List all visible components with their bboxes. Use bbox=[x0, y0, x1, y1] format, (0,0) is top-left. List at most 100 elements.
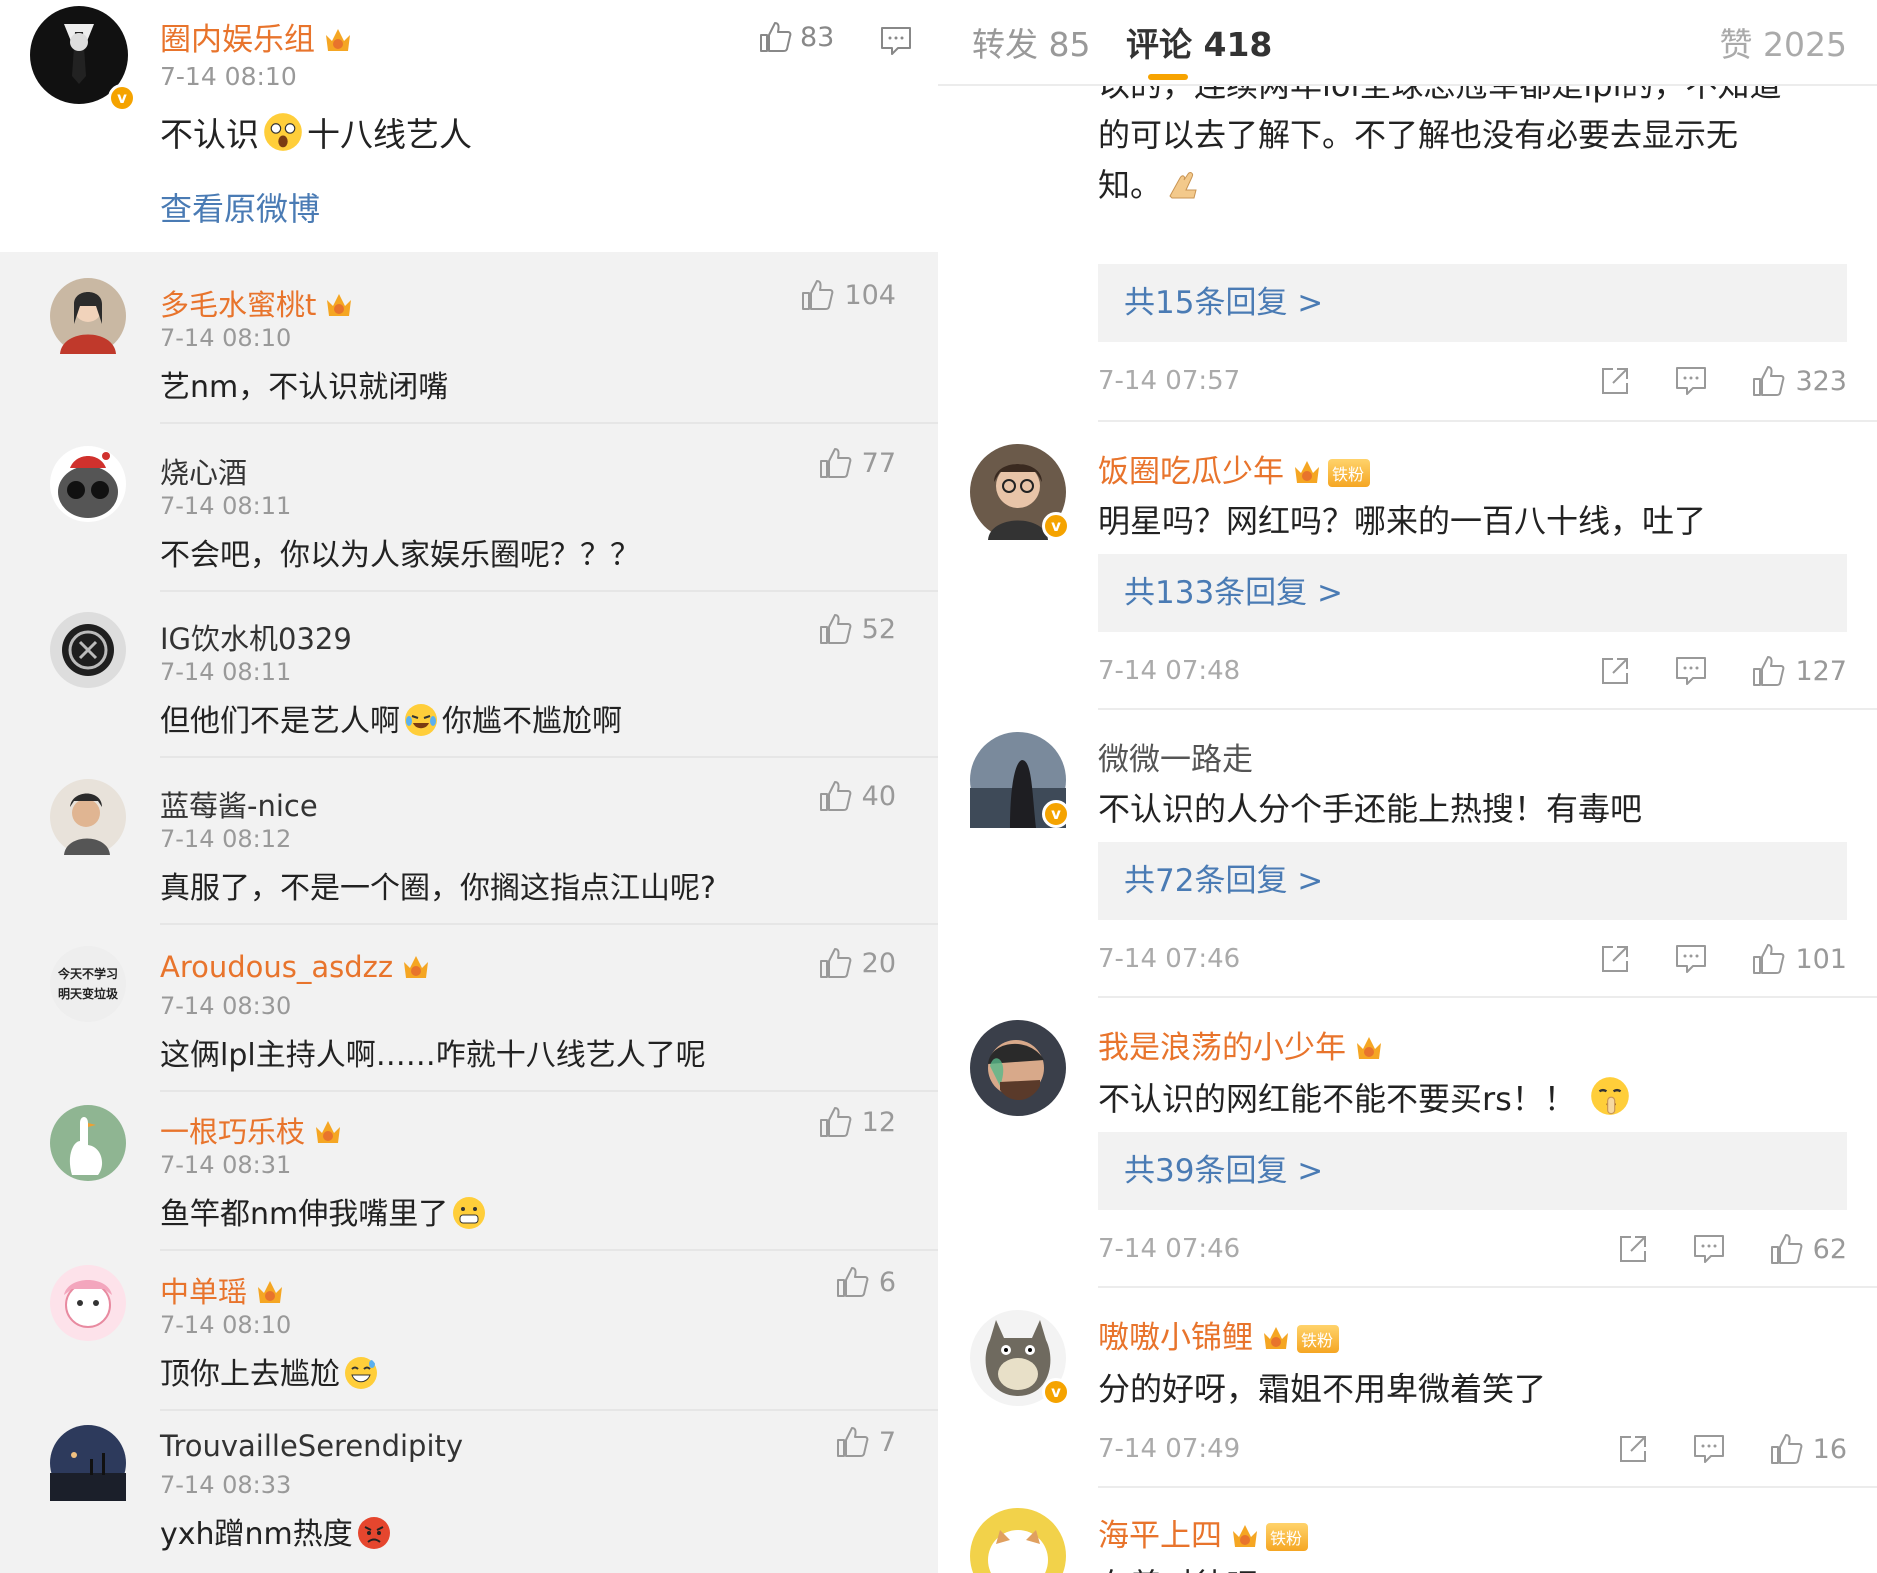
view-replies-button[interactable]: 共39条回复 > bbox=[1098, 1132, 1847, 1210]
avatar[interactable]: 今天不学习 明天变垃圾 bbox=[50, 946, 126, 1022]
thumbs-up-icon bbox=[1770, 1434, 1803, 1464]
username[interactable]: 海平上四 铁粉 bbox=[1098, 1510, 1309, 1555]
like-count: 7 bbox=[878, 1426, 896, 1458]
view-replies-button[interactable]: 共133条回复 > bbox=[1098, 554, 1847, 632]
tab-praise[interactable]: 赞 2025 bbox=[1720, 18, 1847, 66]
comment-text: 艺nm，不认识就闭嘴 bbox=[160, 370, 449, 405]
share-icon[interactable] bbox=[1599, 365, 1631, 397]
comment-time: 7-14 08:11 bbox=[160, 492, 292, 520]
comment-meta: 7-14 07:46 101 bbox=[1098, 942, 1847, 976]
thumbs-up-icon bbox=[760, 22, 792, 52]
divider bbox=[160, 923, 938, 925]
username[interactable]: 多毛水蜜桃t bbox=[160, 282, 354, 324]
like-button[interactable]: 20 bbox=[818, 946, 896, 980]
crown-badge-icon bbox=[327, 294, 352, 316]
comment-icon[interactable] bbox=[1675, 366, 1707, 396]
like-count: 12 bbox=[861, 1106, 896, 1138]
comment-text: 鱼竿都nm伸我嘴里了 bbox=[160, 1189, 490, 1233]
like-button[interactable]: 52 bbox=[818, 612, 896, 646]
like-button[interactable]: 12 bbox=[818, 1105, 896, 1139]
share-icon[interactable] bbox=[1617, 1233, 1649, 1265]
view-replies-button[interactable]: 共72条回复 > bbox=[1098, 842, 1847, 920]
thumbs-up-icon bbox=[819, 781, 852, 811]
list-item: 蓝莓酱-nice 7-14 08:12 真服了，不是一个圈，你搁这指点江山呢? … bbox=[0, 759, 938, 925]
share-icon[interactable] bbox=[1599, 655, 1631, 687]
comment-time: 7-14 07:46 bbox=[1098, 1234, 1241, 1264]
tab-comments[interactable]: 评论 418 bbox=[1126, 18, 1272, 66]
like-button[interactable]: 7 bbox=[835, 1425, 896, 1459]
avatar[interactable] bbox=[50, 1105, 126, 1181]
verified-badge-icon: v bbox=[1042, 1378, 1070, 1406]
username[interactable]: TrouvailleSerendipity bbox=[160, 1429, 463, 1463]
like-button[interactable]: 127 bbox=[1751, 654, 1847, 688]
like-count: 127 bbox=[1795, 655, 1847, 687]
like-count: 20 bbox=[861, 947, 896, 979]
username[interactable]: 圈内娱乐组 bbox=[160, 14, 353, 59]
avatar-text: 今天不学习 bbox=[57, 967, 118, 981]
like-count: 104 bbox=[844, 279, 896, 311]
share-icon[interactable] bbox=[1617, 1433, 1649, 1465]
list-item: 中单瑶 7-14 08:10 顶你上去尴尬 6 bbox=[0, 1245, 938, 1411]
comment-meta: 7-14 07:57 323 bbox=[1098, 364, 1847, 398]
username[interactable]: 嗷嗷小锦鲤 铁粉 bbox=[1098, 1312, 1340, 1357]
avatar[interactable] bbox=[970, 1508, 1066, 1573]
comment-text: 顶你上去尴尬 bbox=[160, 1349, 382, 1393]
like-count: 40 bbox=[861, 780, 896, 812]
like-button[interactable]: 16 bbox=[1769, 1432, 1847, 1466]
like-button[interactable]: 83 bbox=[758, 20, 834, 54]
comment-icon[interactable] bbox=[1675, 656, 1707, 686]
comment-icon[interactable] bbox=[1693, 1234, 1725, 1264]
like-button[interactable]: 101 bbox=[1751, 942, 1847, 976]
comment-time: 7-14 08:12 bbox=[160, 825, 292, 853]
crown-badge-icon bbox=[1295, 461, 1319, 483]
like-count: 323 bbox=[1795, 365, 1847, 397]
view-replies-button[interactable]: 共15条回复 > bbox=[1098, 264, 1847, 342]
avatar[interactable] bbox=[50, 1265, 126, 1341]
view-original-link[interactable]: 查看原微博 bbox=[160, 184, 320, 230]
username[interactable]: 饭圈吃瓜少年 铁粉 bbox=[1098, 446, 1371, 491]
share-icon[interactable] bbox=[1599, 943, 1631, 975]
avatar[interactable] bbox=[50, 1425, 126, 1501]
divider bbox=[1098, 996, 1877, 998]
comment-icon[interactable] bbox=[1693, 1434, 1725, 1464]
like-button[interactable]: 62 bbox=[1769, 1232, 1847, 1266]
avatar[interactable] bbox=[970, 1020, 1066, 1116]
avatar[interactable] bbox=[50, 278, 126, 354]
comment-text: 不认识的网红能不能不要买rs！！ bbox=[1098, 1074, 1634, 1120]
username[interactable]: 蓝莓酱-nice bbox=[160, 783, 318, 825]
thumbs-up-icon bbox=[802, 280, 834, 310]
divider bbox=[1098, 420, 1877, 422]
comment-tabs: 转发 85 评论 418 赞 2025 bbox=[938, 0, 1877, 86]
username[interactable]: 微微一路走 bbox=[1098, 734, 1253, 779]
comment-meta: 7-14 07:49 16 bbox=[1098, 1432, 1847, 1466]
username[interactable]: IG饮水机0329 bbox=[160, 616, 352, 658]
username[interactable]: 中单瑶 bbox=[160, 1269, 285, 1311]
iron-fan-badge: 铁粉 bbox=[1328, 459, 1371, 487]
comment-text: 不会吧，你以为人家娱乐圈呢？？？ bbox=[160, 538, 640, 573]
comment-icon[interactable] bbox=[1675, 944, 1707, 974]
avatar[interactable] bbox=[50, 612, 126, 688]
like-button[interactable]: 77 bbox=[818, 446, 896, 480]
comment-icon[interactable] bbox=[880, 26, 912, 56]
tab-repost[interactable]: 转发 85 bbox=[972, 18, 1090, 66]
username[interactable]: 烧心酒 bbox=[160, 450, 247, 492]
comment-time: 7-14 07:46 bbox=[1098, 944, 1241, 974]
username[interactable]: Aroudous_asdzz bbox=[160, 950, 431, 984]
avatar[interactable] bbox=[50, 446, 126, 522]
comment-text: 明星吗？网红吗？哪来的一百八十线，吐了 bbox=[1098, 502, 1707, 540]
divider bbox=[1098, 1486, 1877, 1488]
username[interactable]: 我是浪荡的小少年 bbox=[1098, 1022, 1384, 1067]
avatar[interactable] bbox=[50, 779, 126, 855]
comment-time: 7-14 08:30 bbox=[160, 992, 292, 1020]
scared-face-emoji-icon bbox=[264, 113, 302, 151]
divider bbox=[1098, 1286, 1877, 1288]
comment-time: 7-14 08:31 bbox=[160, 1151, 292, 1179]
like-button[interactable]: 6 bbox=[835, 1265, 896, 1299]
username[interactable]: 一根巧乐枝 bbox=[160, 1109, 343, 1151]
like-button[interactable]: 323 bbox=[1751, 364, 1847, 398]
like-count: 77 bbox=[861, 447, 896, 479]
like-button[interactable]: 104 bbox=[800, 278, 896, 312]
list-item: 一根巧乐枝 7-14 08:31 鱼竿都nm伸我嘴里了 12 bbox=[0, 1085, 938, 1251]
like-button[interactable]: 40 bbox=[818, 779, 896, 813]
divider bbox=[1098, 708, 1877, 710]
